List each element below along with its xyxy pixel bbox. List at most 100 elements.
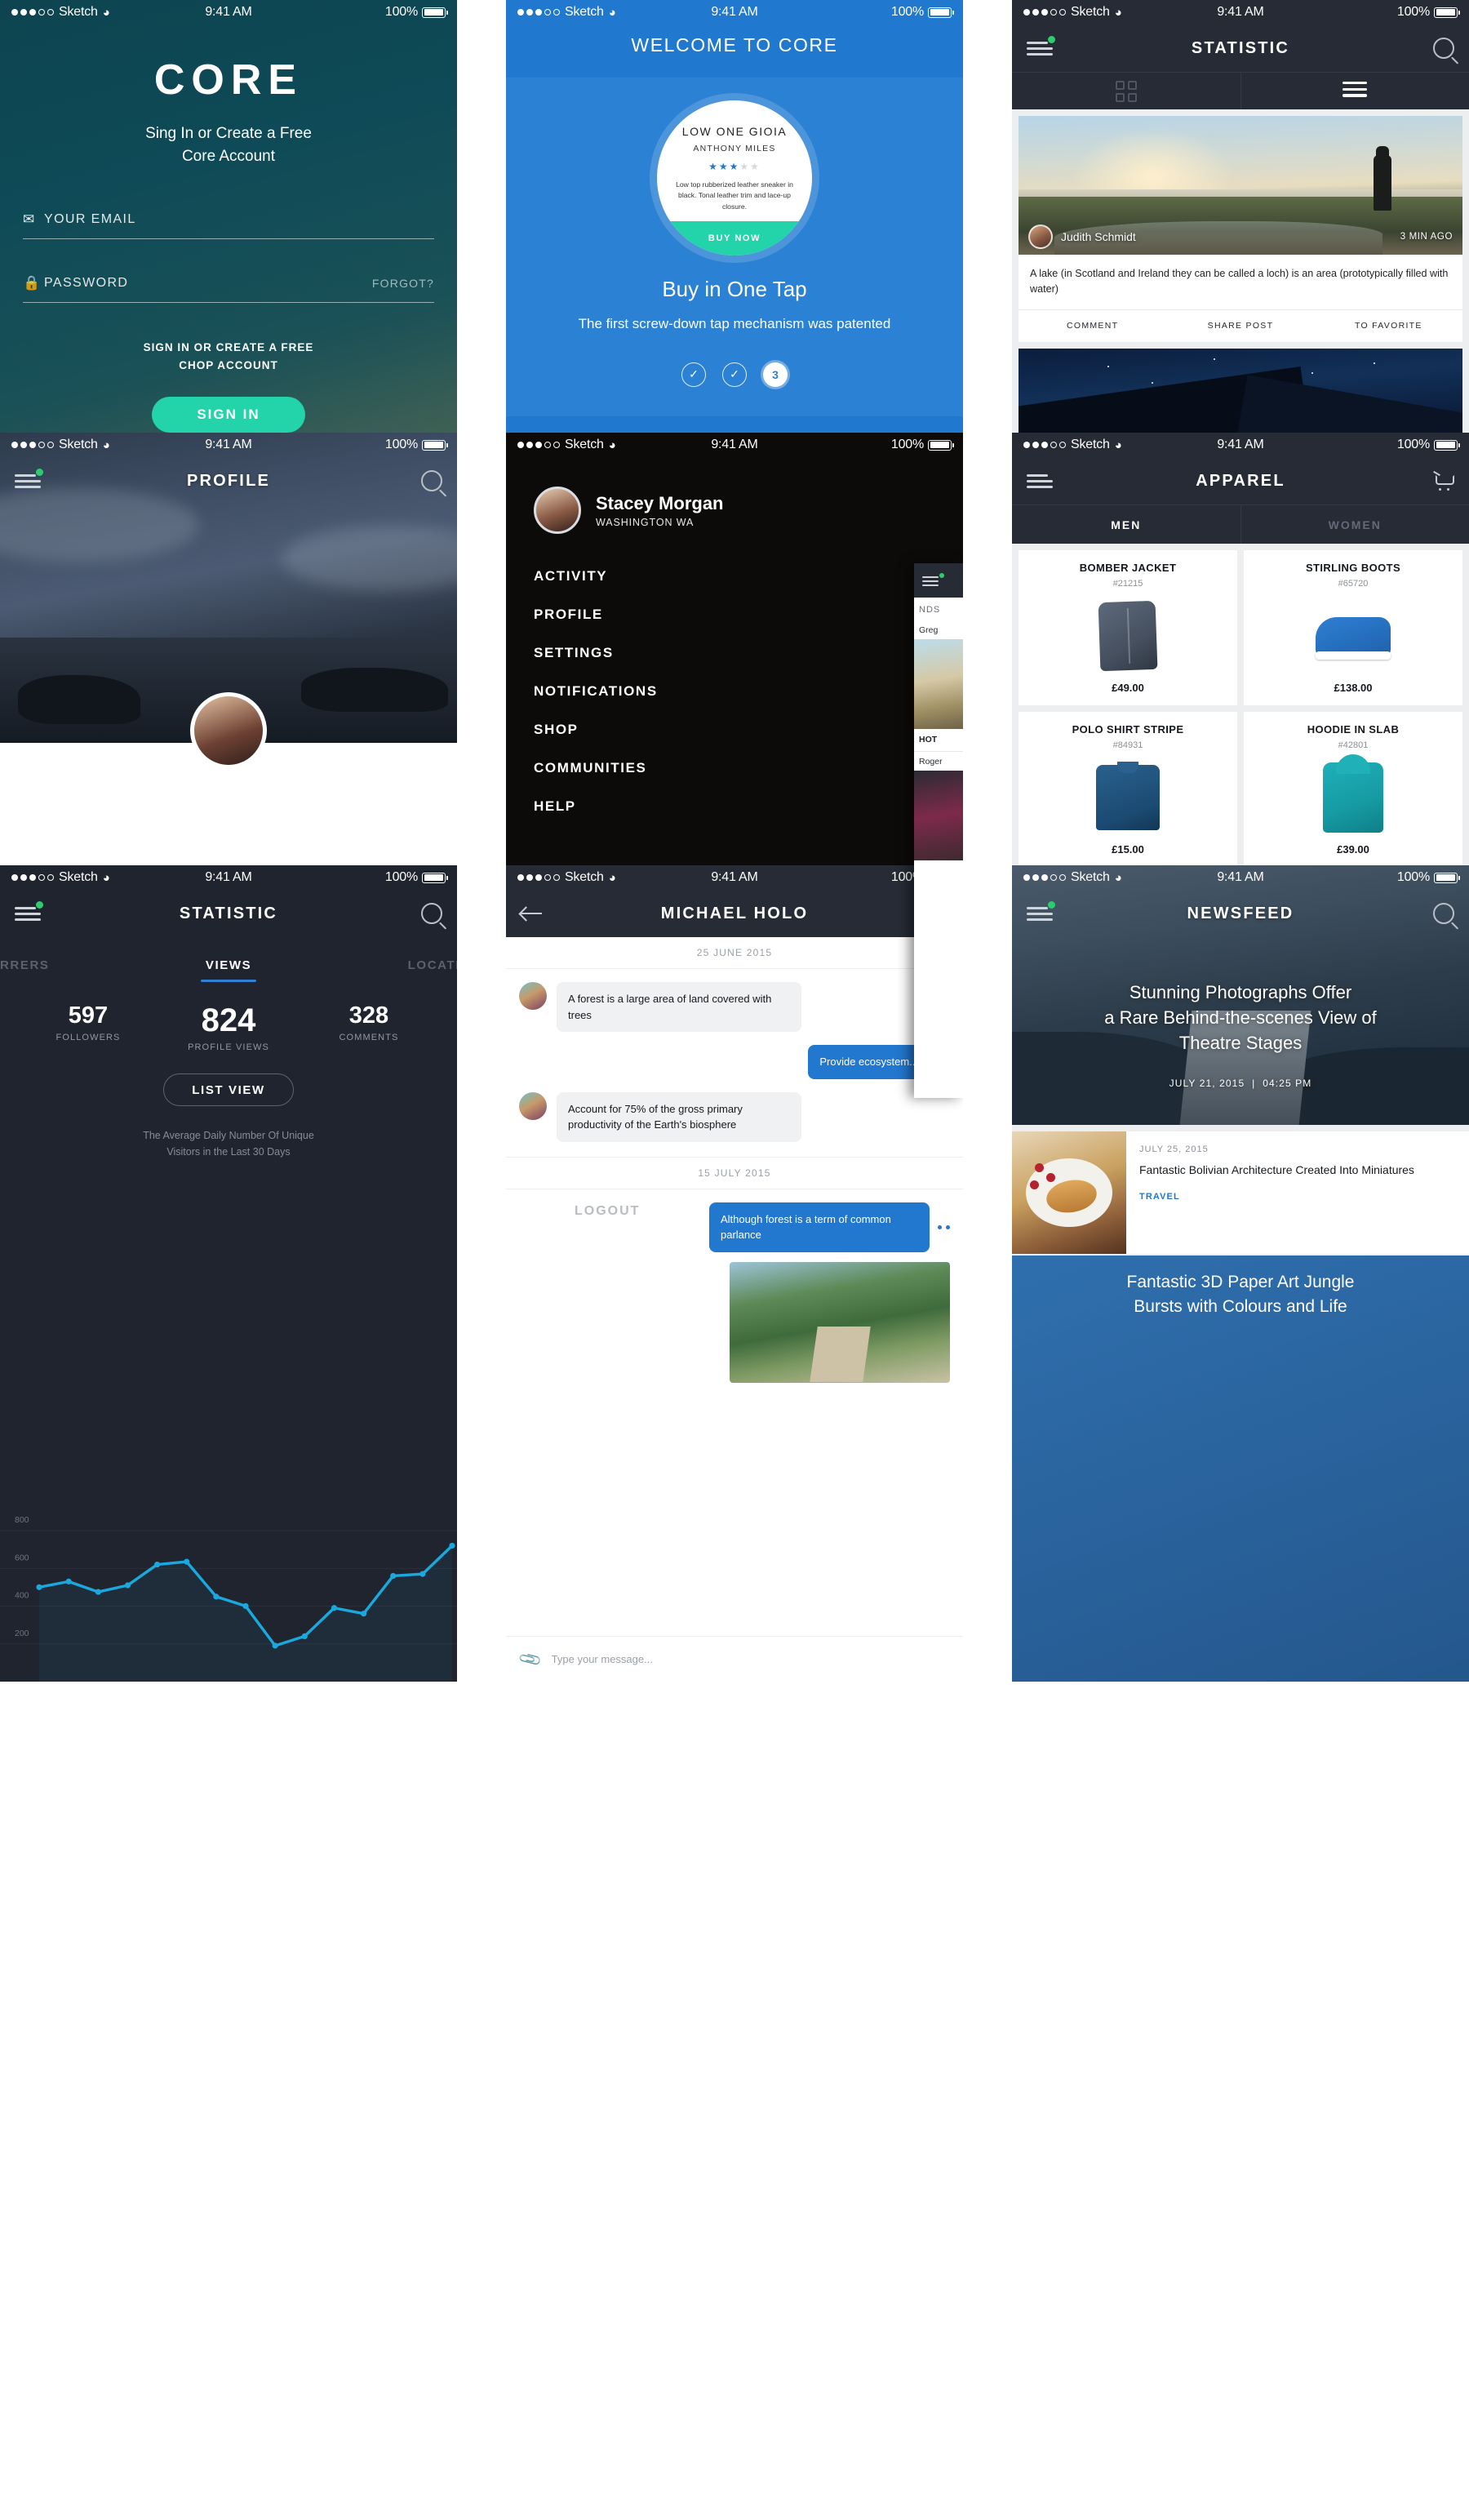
pager-dot-1[interactable]: ✓ — [681, 362, 706, 387]
newsfeed-item[interactable]: JULY 25, 2015 Fantastic Bolivian Archite… — [1012, 1131, 1469, 1254]
menu-user-location: WASHINGTON WA — [596, 516, 695, 528]
stat-label: COMMENTS — [339, 1033, 399, 1042]
menu-item-activity[interactable]: ACTIVITY — [534, 568, 963, 584]
avatar[interactable] — [190, 692, 267, 769]
post-photo[interactable]: Judith Schmidt 3 MIN AGO — [1019, 116, 1462, 255]
chat-message-row: A forest is a large area of land covered… — [506, 969, 963, 1032]
chat-bubble-incoming[interactable]: A forest is a large area of land covered… — [557, 982, 801, 1032]
search-icon[interactable] — [421, 903, 442, 924]
stat-profile-views: 824 PROFILE VIEWS — [158, 1002, 299, 1052]
share-post-button[interactable]: SHARE POST — [1166, 321, 1314, 331]
svg-text:200: 200 — [15, 1629, 29, 1638]
feed-post-next[interactable] — [1019, 348, 1462, 447]
product-name: STIRLING BOOTS — [1305, 562, 1401, 574]
tab-men[interactable]: MEN — [1012, 505, 1240, 544]
page-title: MICHAEL HOLO — [660, 904, 809, 922]
forgot-link[interactable]: FORGOT? — [372, 277, 434, 290]
onboarding-title: WELCOME TO CORE — [631, 34, 838, 56]
item-date: JULY 25, 2015 — [1139, 1144, 1209, 1154]
product-image — [1025, 597, 1231, 675]
menu-item-shop[interactable]: SHOP — [534, 722, 963, 738]
password-field[interactable]: 🔒 PASSWORD FORGOT? — [23, 275, 434, 304]
buy-now-button[interactable]: BUY NOW — [657, 221, 812, 256]
nav-bar: MICHAEL HOLO — [506, 890, 963, 937]
page-title: NEWSFEED — [1187, 904, 1294, 922]
statistic-tabs: RRERS VIEWS LOCATI — [0, 937, 457, 984]
status-bar: Sketch ◕ 9:41 AM 100% — [1012, 0, 1469, 24]
clock-label: 9:41 AM — [205, 870, 252, 884]
list-view-button[interactable]: LIST VIEW — [163, 1073, 294, 1106]
email-field[interactable]: ✉ YOUR EMAIL — [23, 211, 434, 240]
clock-label: 9:41 AM — [1217, 5, 1264, 19]
product-card[interactable]: POLO SHIRT STRIPE #84931 £15.00 — [1019, 712, 1237, 867]
tab-women[interactable]: WOMEN — [1240, 505, 1469, 544]
item-tag[interactable]: TRAVEL — [1139, 1192, 1456, 1202]
menu-item-settings[interactable]: SETTINGS — [534, 645, 963, 661]
peek-panel[interactable]: NDS Greg HOT Roger — [914, 563, 963, 1098]
stat-value: 824 — [201, 1002, 256, 1038]
clock-label: 9:41 AM — [711, 5, 758, 19]
to-favorite-button[interactable]: TO FAVORITE — [1315, 321, 1462, 331]
list-view-tab[interactable] — [1240, 73, 1469, 109]
stat-label: PROFILE VIEWS — [188, 1042, 269, 1052]
lock-icon: 🔒 — [23, 275, 41, 291]
avatar — [1028, 224, 1053, 249]
tab-locations[interactable]: LOCATI — [408, 958, 457, 972]
logout-button[interactable]: LOGOUT — [534, 1202, 640, 1221]
screen-statistic-chart: Sketch ◕ 9:41 AM 100% STATISTIC RRERS VI… — [0, 865, 457, 1682]
product-price: £15.00 — [1112, 843, 1144, 856]
status-bar: Sketch ◕ 9:41 AM 100% — [506, 865, 963, 890]
menu-icon[interactable] — [922, 576, 939, 589]
item-title: Fantastic Bolivian Architecture Created … — [1139, 1163, 1414, 1176]
peek-post-name: Greg — [919, 625, 939, 635]
battery-icon — [928, 439, 954, 451]
pager-dot-3[interactable]: 3 — [763, 362, 788, 387]
grid-view-tab[interactable] — [1012, 73, 1240, 109]
search-icon[interactable] — [1433, 903, 1454, 924]
search-icon[interactable] — [1433, 38, 1454, 59]
product-sku: #84931 — [1112, 740, 1143, 750]
pager-dot-2[interactable]: ✓ — [722, 362, 747, 387]
menu-item-help[interactable]: HELP — [534, 798, 963, 815]
paperclip-icon[interactable]: 📎 — [517, 1646, 544, 1673]
status-bar: Sketch ◕ 9:41 AM 100% — [0, 0, 457, 24]
product-card[interactable]: STIRLING BOOTS #65720 £138.00 — [1244, 550, 1462, 705]
product-name: LOW ONE GIOIA — [681, 125, 788, 138]
menu-item-profile[interactable]: PROFILE — [534, 607, 963, 623]
chat-bubble-outgoing[interactable]: Although forest is a term of common parl… — [709, 1202, 930, 1252]
message-composer[interactable]: 📎 Type your message... — [506, 1636, 963, 1682]
hero-headline[interactable]: Stunning Photographs Offer a Rare Behind… — [1012, 980, 1469, 1056]
tab-views[interactable]: VIEWS — [200, 958, 257, 982]
post-photo-next[interactable] — [1019, 348, 1462, 447]
peek-hot-label: HOT — [914, 729, 963, 752]
newsfeed-next-item[interactable]: Fantastic 3D Paper Art Jungle Bursts wit… — [1012, 1256, 1469, 1682]
product-card[interactable]: BOMBER JACKET #21215 £49.00 — [1019, 550, 1237, 705]
search-icon[interactable] — [421, 470, 442, 491]
product-price: £39.00 — [1337, 843, 1369, 856]
stat-value: 328 — [348, 1002, 389, 1029]
clock-label: 9:41 AM — [205, 438, 252, 451]
grid-icon — [1115, 80, 1137, 102]
product-card[interactable]: LOW ONE GIOIA ANTHONY MILES ★★★★★ Low to… — [657, 100, 812, 256]
cart-icon[interactable] — [1433, 473, 1454, 491]
list-icon — [1343, 81, 1368, 100]
menu-item-notifications[interactable]: NOTIFICATIONS — [534, 683, 963, 700]
clock-label: 9:41 AM — [711, 870, 758, 884]
chat-date-separator: 25 JUNE 2015 — [506, 937, 963, 969]
view-toggle — [1012, 72, 1469, 109]
menu-user[interactable]: Stacey Morgan WASHINGTON WA — [506, 457, 963, 534]
message-input-placeholder: Type your message... — [551, 1653, 653, 1665]
chat-bubble-incoming[interactable]: Account for 75% of the gross primary pro… — [557, 1091, 801, 1142]
product-card[interactable]: HOODIE IN SLAB #42801 £39.00 — [1244, 712, 1462, 867]
sign-in-button[interactable]: SIGN IN — [152, 397, 305, 433]
peek-post-image — [914, 639, 963, 729]
visitors-line-chart[interactable]: 200 400 600 800 — [0, 1478, 457, 1682]
comment-button[interactable]: COMMENT — [1019, 321, 1166, 331]
product-description: Low top rubberized leather sneaker in bl… — [676, 180, 793, 211]
chat-bubble-outgoing[interactable]: Provide ecosystem... — [808, 1045, 930, 1079]
chat-photo-attachment[interactable] — [730, 1261, 950, 1383]
product-name: BOMBER JACKET — [1079, 562, 1177, 574]
tab-referrers[interactable]: RRERS — [0, 958, 50, 972]
menu-item-communities[interactable]: COMMUNITIES — [534, 760, 963, 776]
chat-date-separator: 15 JULY 2015 — [506, 1156, 963, 1189]
